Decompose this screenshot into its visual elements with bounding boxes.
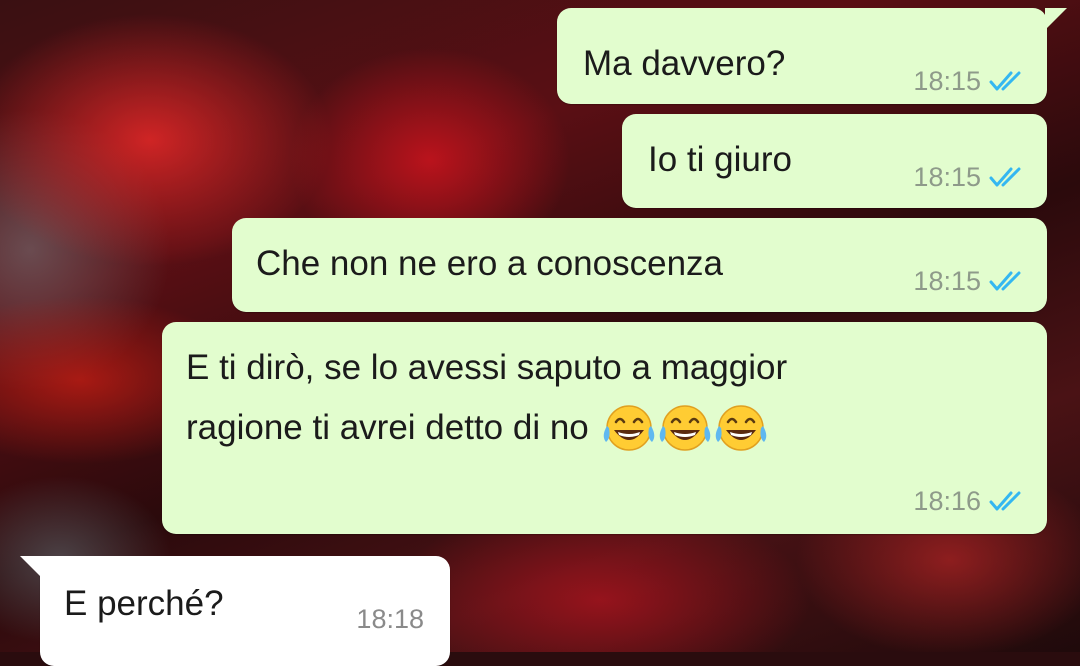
message-text: Ma davvero? — [583, 44, 786, 83]
read-double-check-icon — [989, 71, 1021, 91]
message-time: 18:15 — [913, 66, 981, 96]
message-time: 18:15 — [913, 162, 981, 192]
read-double-check-icon — [989, 491, 1021, 511]
message-text: Io ti giuro — [648, 140, 792, 179]
message-meta: 18:18 — [356, 604, 424, 634]
message-text: E perché? — [64, 584, 224, 623]
message-meta: 18:15 — [913, 162, 1027, 192]
message-bubble-outgoing[interactable]: E ti dirò, se lo avessi saputo a maggior… — [162, 322, 1047, 534]
message-time: 18:16 — [913, 486, 981, 516]
message-bubble-outgoing[interactable]: Io ti giuro 18:15 — [622, 114, 1047, 208]
message-meta: 18:16 — [913, 486, 1027, 516]
message-meta: 18:15 — [913, 66, 1027, 96]
face-with-tears-of-joy-icon — [715, 405, 767, 451]
read-double-check-icon — [989, 167, 1021, 187]
message-time: 18:15 — [913, 266, 981, 296]
message-text: Che non ne ero a conoscenza — [256, 244, 723, 283]
face-with-tears-of-joy-icon — [603, 405, 655, 451]
message-bubble-outgoing[interactable]: Ma davvero? 18:15 — [557, 8, 1067, 104]
message-text-line-1: E ti dirò, se lo avessi saputo a maggior — [186, 348, 788, 387]
bubble-tail — [20, 556, 42, 578]
read-double-check-icon — [989, 271, 1021, 291]
message-meta: 18:15 — [913, 266, 1027, 296]
bubble-tail — [1045, 8, 1067, 30]
message-text-line-2: ragione ti avrei detto di no — [186, 408, 589, 447]
message-time: 18:18 — [356, 604, 424, 634]
face-with-tears-of-joy-icon — [659, 405, 711, 451]
message-bubble-incoming[interactable]: E perché? 18:18 — [20, 556, 450, 666]
message-bubble-outgoing[interactable]: Che non ne ero a conoscenza 18:15 — [232, 218, 1047, 312]
message-text-line-2-wrapper: ragione ti avrei detto di no — [186, 402, 769, 454]
